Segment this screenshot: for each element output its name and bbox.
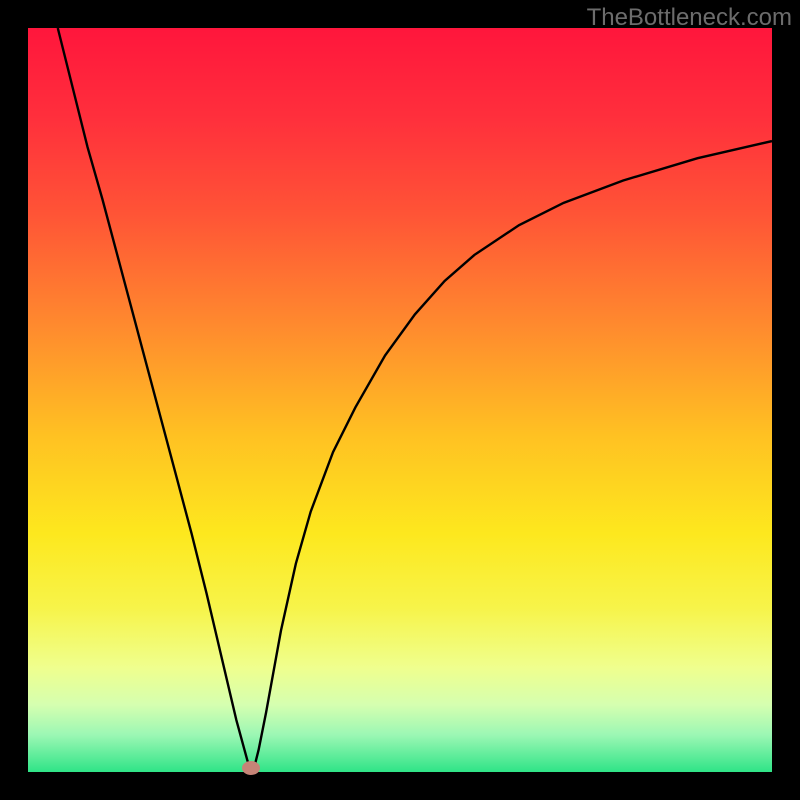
bottleneck-marker	[242, 761, 260, 775]
chart-plot-area	[28, 28, 772, 772]
chart-svg	[28, 28, 772, 772]
chart-background	[28, 28, 772, 772]
